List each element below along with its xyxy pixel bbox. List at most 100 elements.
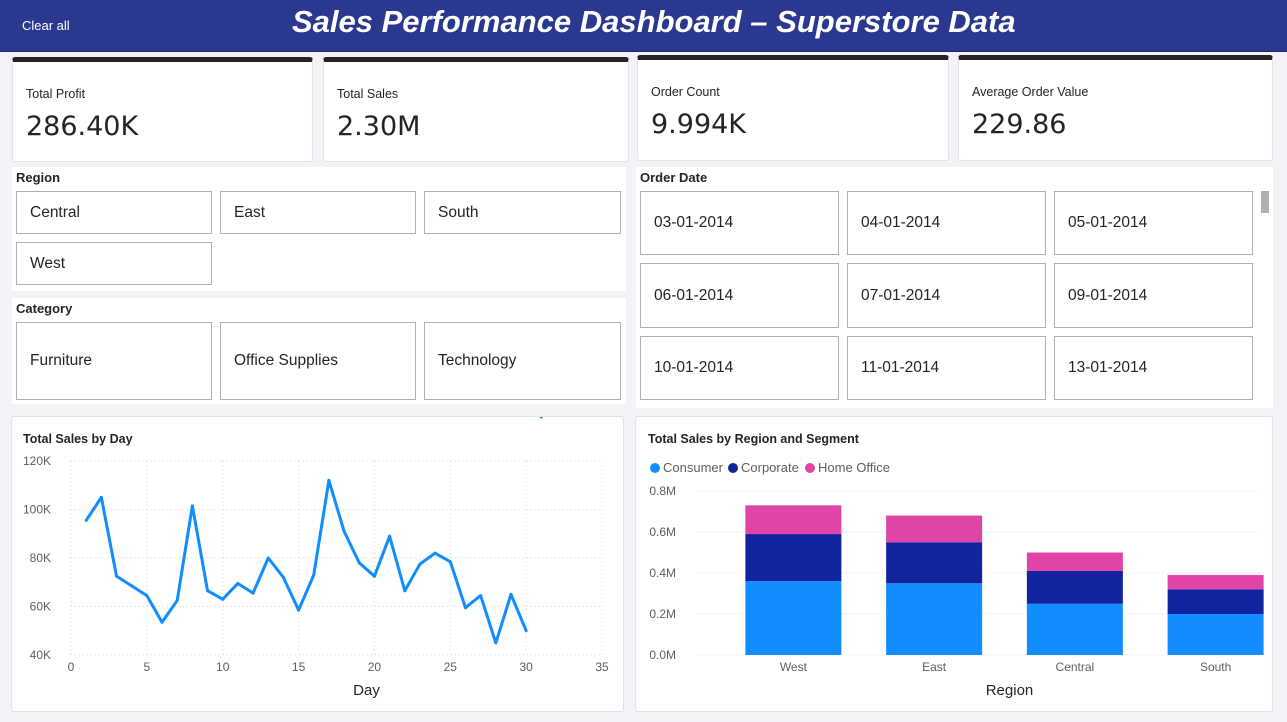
order-date-slicer-label: Order Date	[640, 170, 708, 185]
x-tick-label: West	[780, 660, 808, 674]
bar-segment-consumer	[1026, 603, 1123, 655]
region-option-east[interactable]: East	[220, 191, 416, 234]
kpi-label: Average Order Value	[972, 85, 1089, 99]
data-point	[448, 560, 452, 564]
y-tick-label: 0.0M	[649, 648, 676, 662]
data-point	[372, 574, 376, 578]
x-tick-label: 30	[519, 660, 533, 674]
bar-segment-corporate	[1026, 570, 1123, 604]
date-option[interactable]: 07-01-2014	[847, 263, 1046, 328]
data-point	[297, 608, 301, 612]
date-option[interactable]: 10-01-2014	[640, 336, 839, 400]
page-title: Sales Performance Dashboard – Superstore…	[292, 4, 1016, 39]
y-tick-label: 80K	[30, 551, 51, 565]
kpi-label: Total Profit	[26, 87, 86, 101]
kpi-card-total-profit: Total Profit 286.40K	[12, 57, 313, 162]
x-tick-label: 0	[68, 660, 75, 674]
x-tick-label: East	[922, 660, 947, 674]
kpi-label: Order Count	[651, 85, 720, 99]
x-tick-label: 15	[292, 660, 306, 674]
data-point	[175, 598, 179, 602]
data-point	[99, 495, 103, 499]
kpi-card-total-sales: Total Sales 2.30M	[323, 57, 629, 162]
kpi-card-order-count: Order Count 9.994K	[637, 55, 949, 161]
region-option-south[interactable]: South	[424, 191, 621, 234]
sales-by-region-segment-chart-card: Total Sales by Region and Segment Consum…	[635, 416, 1273, 712]
x-tick-label: 5	[144, 660, 151, 674]
data-point	[494, 641, 498, 645]
data-point	[221, 597, 225, 601]
region-slicer-label: Region	[16, 170, 61, 185]
data-point	[327, 478, 331, 482]
x-axis-title: Day	[353, 682, 380, 699]
data-point	[236, 581, 240, 585]
date-option[interactable]: 13-01-2014	[1054, 336, 1253, 400]
bar-segment-corporate	[1167, 589, 1264, 614]
kpi-value: 229.86	[972, 109, 1067, 140]
data-point	[479, 594, 483, 598]
bar-segment-consumer	[745, 581, 842, 655]
stacked-bar-chart: 0.0M 0.2M 0.4M 0.6M 0.8M West East Central South…	[649, 484, 1264, 699]
x-axis-title: Region	[986, 682, 1034, 699]
category-option-office-supplies[interactable]: Office Supplies	[220, 322, 416, 400]
line-chart: 40K 60K 80K 100K 120K 0 5 10 15 20 25 30 35 Day	[23, 417, 609, 699]
x-tick-label: 10	[216, 660, 230, 674]
category-slicer-label: Category	[16, 301, 73, 316]
x-tick-label: 25	[444, 660, 458, 674]
bar-segment-corporate	[886, 542, 983, 584]
y-tick-label: 120K	[23, 454, 51, 468]
kpi-value: 2.30M	[337, 111, 421, 142]
kpi-card-average-order-value: Average Order Value 229.86	[958, 55, 1273, 161]
data-point	[463, 606, 467, 610]
sales-line-series	[84, 478, 528, 645]
bar-segment-home-office	[1167, 575, 1264, 590]
x-tick-label: South	[1200, 660, 1231, 674]
bar-segment-home-office	[745, 505, 842, 535]
data-point	[418, 562, 422, 566]
bar-segment-consumer	[886, 583, 983, 655]
data-point	[281, 575, 285, 579]
sales-by-day-chart-card: Total Sales by Day 40K 60K 80K 100K 120K 0 5 10…	[11, 416, 624, 712]
x-tick-label: Central	[1056, 660, 1095, 674]
data-point	[266, 556, 270, 560]
data-point	[190, 504, 194, 508]
bar-segment-corporate	[745, 534, 842, 582]
data-point	[403, 589, 407, 593]
data-point	[251, 591, 255, 595]
date-option[interactable]: 03-01-2014	[640, 191, 839, 255]
kpi-label: Total Sales	[337, 87, 399, 101]
category-option-technology[interactable]: Technology	[424, 322, 621, 400]
date-option[interactable]: 06-01-2014	[640, 263, 839, 328]
date-option[interactable]: 04-01-2014	[847, 191, 1046, 255]
data-point	[509, 592, 513, 596]
y-tick-label: 60K	[30, 600, 51, 614]
kpi-value: 286.40K	[26, 111, 139, 142]
date-option[interactable]: 11-01-2014	[847, 336, 1046, 400]
x-tick-label: 20	[368, 660, 382, 674]
clear-all-button[interactable]: Clear all	[22, 18, 70, 33]
y-tick-label: 0.8M	[649, 484, 676, 498]
bar-segment-consumer	[1167, 614, 1264, 655]
data-point	[115, 574, 119, 578]
region-option-central[interactable]: Central	[16, 191, 212, 234]
kpi-value: 9.994K	[651, 109, 747, 140]
data-point	[388, 534, 392, 538]
data-point	[524, 629, 528, 633]
scrollbar-thumb[interactable]	[1261, 191, 1269, 213]
date-slicer-scrollbar[interactable]	[1261, 191, 1269, 405]
date-option[interactable]: 09-01-2014	[1054, 263, 1253, 328]
data-point	[145, 594, 149, 598]
date-option[interactable]: 05-01-2014	[1054, 191, 1253, 255]
data-point	[160, 620, 164, 624]
data-point	[206, 589, 210, 593]
data-point	[84, 518, 88, 522]
region-option-west[interactable]: West	[16, 242, 212, 285]
y-tick-label: 0.6M	[649, 525, 676, 539]
x-tick-label: 35	[595, 660, 609, 674]
title-bar: Clear all Sales Performance Dashboard – …	[0, 0, 1287, 52]
bar-segment-home-office	[1026, 552, 1123, 571]
data-point	[312, 573, 316, 577]
data-point	[130, 584, 134, 588]
y-tick-label: 40K	[30, 648, 51, 662]
category-option-furniture[interactable]: Furniture	[16, 322, 212, 400]
